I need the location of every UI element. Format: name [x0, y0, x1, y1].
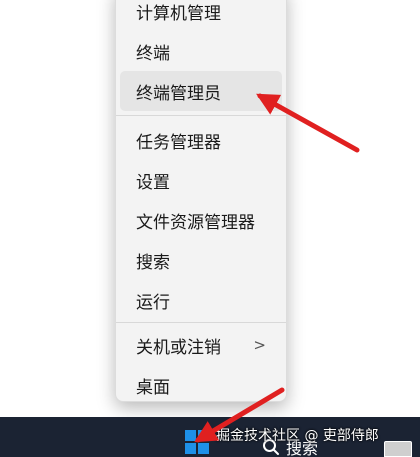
menu-item-terminal-admin[interactable]: 终端管理员 [120, 71, 282, 111]
menu-item-label: 文件资源管理器 [136, 212, 255, 233]
menu-item-label: 桌面 [136, 377, 170, 398]
menu-item-computer-management[interactable]: 计算机管理 [120, 0, 282, 31]
winx-context-menu: 计算机管理 终端 终端管理员 任务管理器 设置 文件资源管理器 搜索 运行 关机… [115, 0, 287, 402]
menu-item-label: 搜索 [136, 252, 170, 273]
watermark: 掘金技术社区 @ 吏部侍郎 [216, 428, 379, 444]
task-view-icon[interactable] [384, 441, 412, 457]
screen: 计算机管理 终端 终端管理员 任务管理器 设置 文件资源管理器 搜索 运行 关机… [0, 0, 420, 457]
menu-item-settings[interactable]: 设置 [120, 160, 282, 200]
menu-item-label: 计算机管理 [136, 3, 221, 24]
menu-item-run[interactable]: 运行 [120, 280, 282, 320]
menu-item-label: 运行 [136, 292, 170, 313]
menu-item-label: 终端 [136, 43, 170, 64]
chevron-right-icon: > [253, 336, 266, 354]
menu-separator [116, 115, 286, 116]
menu-separator [116, 322, 286, 323]
menu-item-task-manager[interactable]: 任务管理器 [120, 120, 282, 160]
menu-item-desktop[interactable]: 桌面 [120, 365, 282, 405]
menu-item-label: 终端管理员 [136, 83, 221, 104]
menu-item-search[interactable]: 搜索 [120, 240, 282, 280]
menu-item-label: 任务管理器 [136, 132, 221, 153]
menu-item-label: 设置 [136, 172, 170, 193]
menu-item-terminal[interactable]: 终端 [120, 31, 282, 71]
menu-item-label: 关机或注销 [136, 337, 221, 358]
start-button[interactable] [180, 427, 214, 457]
menu-item-shutdown-signout[interactable]: 关机或注销 > [120, 325, 282, 365]
menu-item-file-explorer[interactable]: 文件资源管理器 [120, 200, 282, 240]
windows-logo-icon [185, 430, 209, 454]
